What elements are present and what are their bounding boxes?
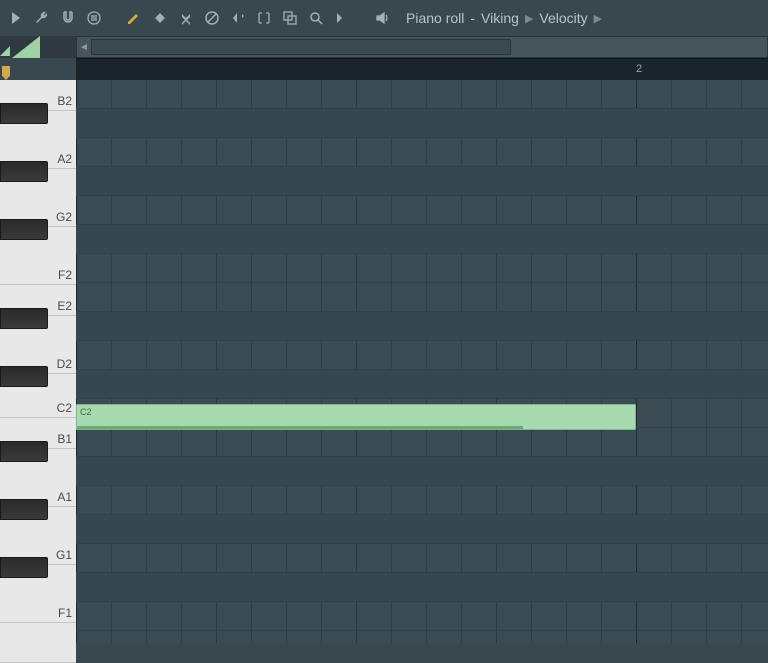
- key-label: A1: [57, 490, 72, 504]
- grid-row: [76, 602, 768, 631]
- piano-roll-main: B2 A2 G2 F2 E2 D2 C2 B1 A1 G1 F1 C2: [0, 80, 768, 643]
- grid-row: [76, 167, 768, 196]
- key-Ab1[interactable]: [0, 499, 48, 520]
- mute-tool-icon[interactable]: [202, 8, 222, 28]
- key-label: B2: [57, 94, 72, 108]
- key-label: F2: [58, 268, 72, 282]
- key-Gb1[interactable]: [0, 557, 48, 578]
- timeline-ruler[interactable]: 2: [76, 58, 768, 80]
- key-label: B1: [57, 432, 72, 446]
- grid-row: [76, 544, 768, 573]
- grid-row: [76, 457, 768, 486]
- key-label: D2: [57, 357, 72, 371]
- corner-triangle[interactable]: [0, 46, 10, 56]
- chevron-right-icon: ▶: [594, 12, 602, 25]
- select-tool-icon[interactable]: [254, 8, 274, 28]
- timeline-corner: [0, 58, 76, 80]
- horizontal-overview[interactable]: ◄: [76, 36, 768, 58]
- grid-row: [76, 80, 768, 109]
- magnet-snap-icon[interactable]: [58, 8, 78, 28]
- grid-row: [76, 631, 768, 643]
- grid-row: [76, 573, 768, 602]
- slice-tool-icon[interactable]: [228, 8, 248, 28]
- key-Gb2[interactable]: [0, 219, 48, 240]
- note-velocity-bar: [77, 426, 523, 429]
- key-label: G2: [56, 210, 72, 224]
- piano-keyboard[interactable]: B2 A2 G2 F2 E2 D2 C2 B1 A1 G1 F1: [0, 80, 76, 643]
- key-label: G1: [56, 548, 72, 562]
- chevron-right-icon: ▶: [525, 12, 533, 25]
- menu-play-icon[interactable]: [6, 8, 26, 28]
- note-c2[interactable]: C2: [76, 404, 636, 430]
- zoom-selection-icon[interactable]: [280, 8, 300, 28]
- options-icon[interactable]: [84, 8, 104, 28]
- breadcrumb-sep: -: [470, 10, 475, 26]
- breadcrumb-channel[interactable]: Viking: [481, 10, 519, 26]
- playhead-marker-icon[interactable]: [2, 66, 10, 80]
- breadcrumb-title[interactable]: Piano roll: [406, 10, 464, 26]
- key-Db2[interactable]: [0, 366, 48, 387]
- grid-row: [76, 428, 768, 457]
- piano-roll-toolbar: Piano roll - Viking ▶ Velocity ▶: [0, 0, 768, 36]
- draw-tool-icon[interactable]: [124, 8, 144, 28]
- grid-row: [76, 370, 768, 399]
- bar-label-2: 2: [636, 63, 642, 75]
- grid-row: [76, 341, 768, 370]
- key-Bb1[interactable]: [0, 441, 48, 462]
- grid-row: [76, 254, 768, 283]
- note-grid[interactable]: C2: [76, 80, 768, 643]
- grid-row: [76, 515, 768, 544]
- breadcrumb: Piano roll - Viking ▶ Velocity ▶: [406, 10, 602, 26]
- key-label: C2: [57, 401, 72, 415]
- speaker-icon[interactable]: [372, 8, 392, 28]
- timeline-row: 2: [0, 58, 768, 80]
- grid-row: [76, 138, 768, 167]
- overview-row: ◄: [0, 36, 768, 58]
- overview-thumb[interactable]: [91, 39, 511, 55]
- grid-row: [76, 225, 768, 254]
- grid-row: [76, 283, 768, 312]
- overview-left-arrow[interactable]: ◄: [77, 42, 91, 53]
- key-Bb2[interactable]: [0, 103, 48, 124]
- grid-row: [76, 109, 768, 138]
- delete-tool-icon[interactable]: [176, 8, 196, 28]
- zoom-tool-icon[interactable]: [306, 8, 326, 28]
- key-Ab2[interactable]: [0, 161, 48, 182]
- grid-row: [76, 312, 768, 341]
- breadcrumb-property[interactable]: Velocity: [539, 10, 587, 26]
- grid-row: [76, 196, 768, 225]
- key-label: E2: [57, 299, 72, 313]
- key-label: F1: [58, 606, 72, 620]
- overview-corner: [0, 36, 76, 58]
- note-label: C2: [80, 407, 92, 417]
- corner-tab[interactable]: [12, 36, 40, 58]
- grid-row: [76, 486, 768, 515]
- key-E1[interactable]: [0, 623, 76, 663]
- wrench-icon[interactable]: [32, 8, 52, 28]
- key-Eb2[interactable]: [0, 308, 48, 329]
- key-label: A2: [57, 152, 72, 166]
- paint-tool-icon[interactable]: [150, 8, 170, 28]
- playback-tool-icon[interactable]: [332, 8, 352, 28]
